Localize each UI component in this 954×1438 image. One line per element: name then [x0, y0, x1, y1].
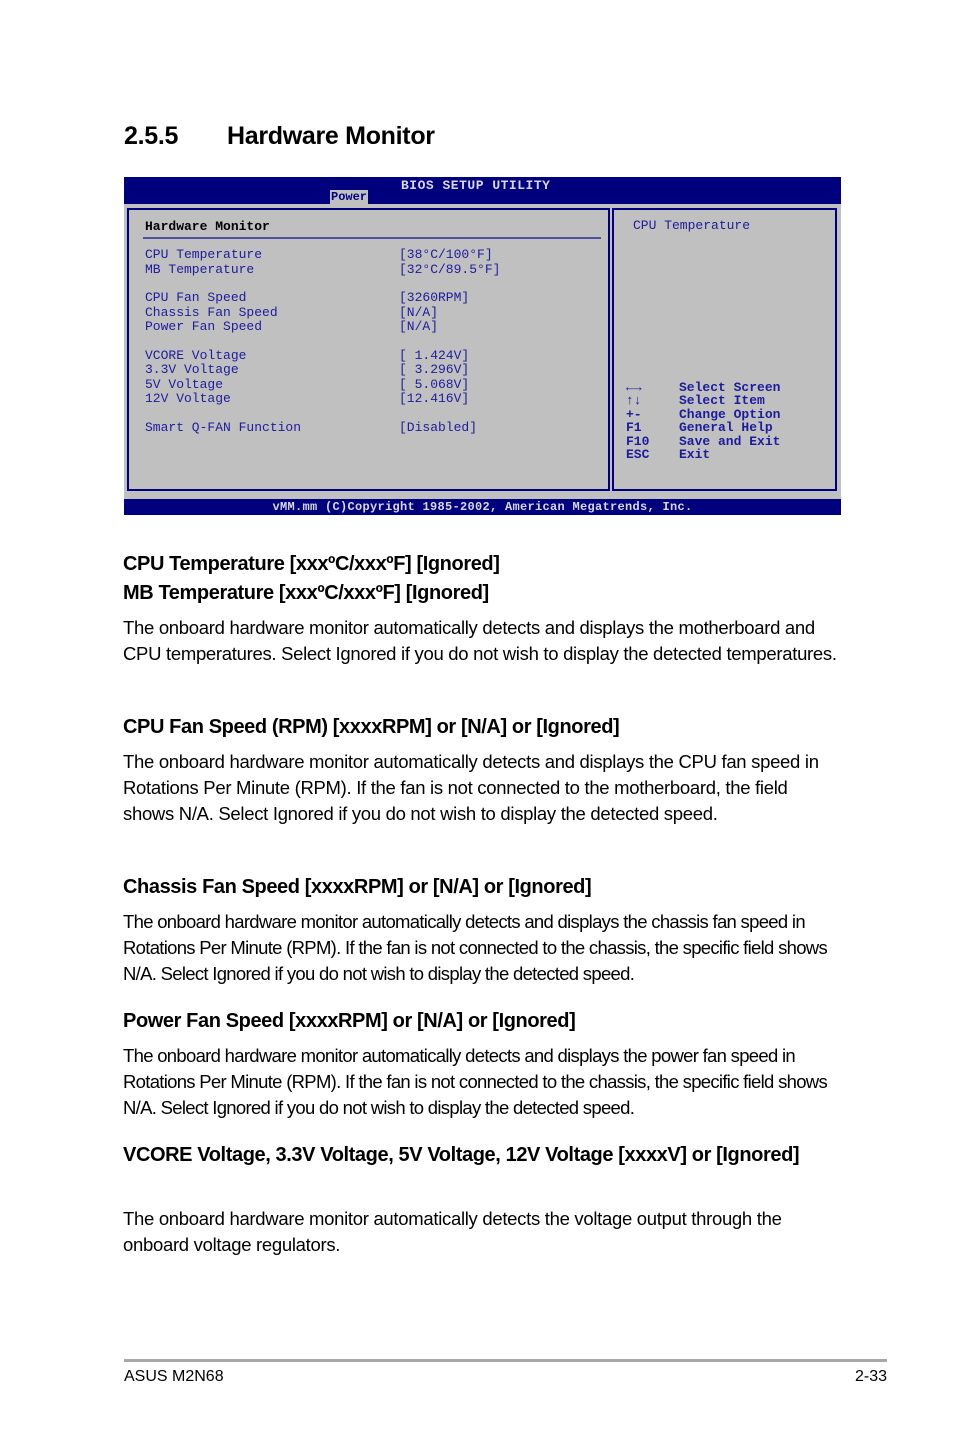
value-mb-temperature: [32°C/89.5°F] [399, 262, 501, 277]
item-mb-temperature[interactable]: MB Temperature [145, 263, 254, 277]
heading-voltage: VCORE Voltage, 3.3V Voltage, 5V Voltage,… [123, 1144, 800, 1166]
footer-product: ASUS M2N68 [124, 1368, 224, 1385]
arrows-ud-icon: ↑↓ [626, 393, 642, 408]
item-power-fan-speed[interactable]: Power Fan Speed [145, 320, 262, 334]
section-heading: Hardware Monitor [227, 122, 435, 150]
paragraph-cpu-fan: The onboard hardware monitor automatical… [123, 751, 819, 824]
heading-power-fan: Power Fan Speed [xxxxRPM] or [N/A] or [I… [123, 1010, 576, 1032]
heading-cpu-temperature: CPU Temperature [xxxºC/xxxºF] [Ignored] [123, 553, 500, 575]
item-vcore-voltage[interactable]: VCORE Voltage [145, 349, 246, 363]
heading-chassis-fan: Chassis Fan Speed [xxxxRPM] or [N/A] or … [123, 876, 592, 898]
bios-title-bar: BIOS SETUP UTILITY Power [124, 177, 841, 204]
page-number: 2-33 [854, 1368, 887, 1385]
copyright-bar: vMM.mm (C)Copyright 1985-2002, American … [124, 499, 841, 515]
panel-header: Hardware Monitor [145, 219, 270, 234]
key-esc: ESC [626, 447, 650, 462]
value-12v-voltage: [12.416V] [399, 391, 470, 406]
value-chassis-fan-speed: [N/A] [399, 305, 439, 320]
bios-screenshot: BIOS SETUP UTILITY Power Hardware Monito… [124, 177, 841, 515]
paragraph-power-fan: The onboard hardware monitor automatical… [123, 1045, 828, 1118]
section-title: 2.5.5 Hardware Monitor [124, 122, 435, 151]
value-3v3-voltage: [ 3.296V] [399, 362, 470, 377]
paragraph-chassis-fan: The onboard hardware monitor automatical… [123, 911, 828, 984]
paragraph-temperature: The onboard hardware monitor automatical… [123, 617, 837, 664]
section-number: 2.5.5 [124, 122, 179, 150]
item-smart-qfan[interactable]: Smart Q-FAN Function [145, 421, 301, 435]
item-3v3-voltage[interactable]: 3.3V Voltage [145, 363, 239, 377]
value-power-fan-speed: [N/A] [399, 319, 439, 334]
key-desc: Select Item [679, 393, 765, 408]
item-12v-voltage[interactable]: 12V Voltage [145, 392, 231, 406]
item-cpu-fan-speed[interactable]: CPU Fan Speed [145, 291, 246, 305]
value-5v-voltage: [ 5.068V] [399, 377, 470, 392]
value-cpu-fan-speed: [3260RPM] [399, 290, 470, 305]
value-cpu-temperature: [38°C/100°F] [399, 247, 493, 262]
header-divider [143, 237, 601, 239]
item-cpu-temperature[interactable]: CPU Temperature [145, 248, 262, 262]
help-text: CPU Temperature [633, 218, 751, 233]
paragraph-voltage: The onboard hardware monitor automatical… [123, 1208, 782, 1255]
help-panel: CPU Temperature ←→ Select Screen ↑↓ Sele… [612, 208, 837, 491]
footer-divider [124, 1359, 887, 1362]
item-5v-voltage[interactable]: 5V Voltage [145, 378, 223, 392]
value-vcore-voltage: [ 1.424V] [399, 348, 470, 363]
item-chassis-fan-speed[interactable]: Chassis Fan Speed [145, 306, 278, 320]
bios-title: BIOS SETUP UTILITY [401, 178, 551, 193]
tab-power[interactable]: Power [330, 190, 369, 204]
key-f1: F1 [626, 420, 642, 435]
key-desc: Exit [679, 447, 711, 462]
key-desc: General Help [679, 420, 773, 435]
heading-cpu-fan: CPU Fan Speed (RPM) [xxxxRPM] or [N/A] o… [123, 716, 620, 738]
settings-panel: Hardware Monitor CPU Temperature [38°C/1… [127, 208, 610, 491]
heading-mb-temperature: MB Temperature [xxxºC/xxxºF] [Ignored] [123, 582, 489, 604]
value-smart-qfan[interactable]: [Disabled] [399, 421, 477, 435]
